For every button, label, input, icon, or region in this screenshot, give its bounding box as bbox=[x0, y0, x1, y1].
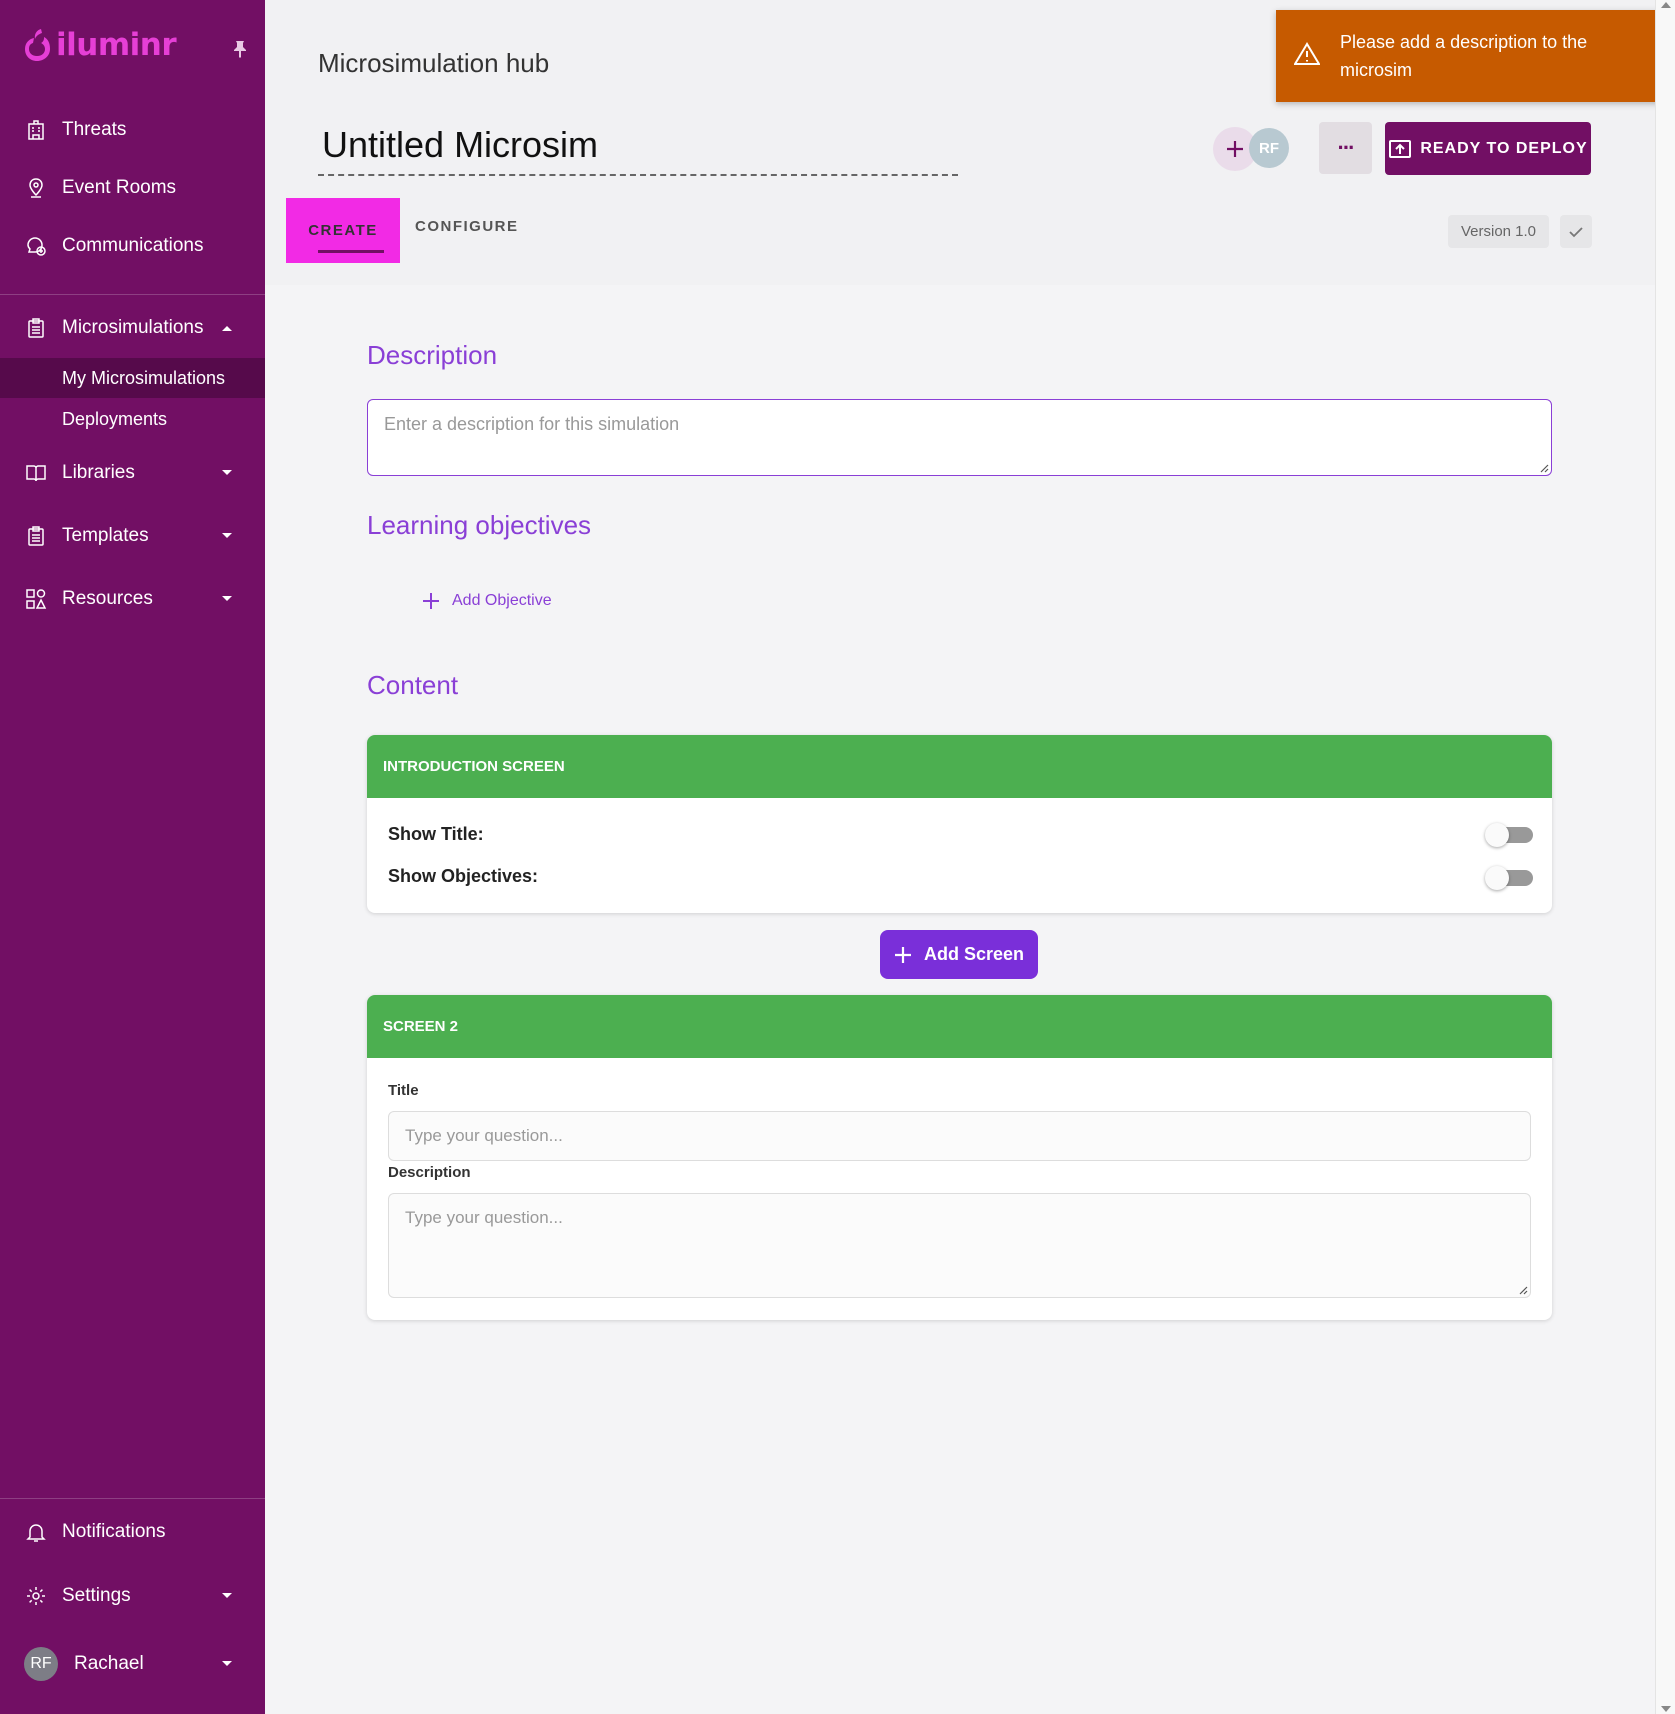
show-objectives-label: Show Objectives: bbox=[388, 866, 539, 886]
sidebar-subitem-label: Deployments bbox=[62, 408, 168, 429]
show-title-toggle[interactable] bbox=[1485, 823, 1533, 847]
sidebar-item-label: Event Rooms bbox=[62, 177, 177, 198]
card-header: INTRODUCTION SCREEN bbox=[367, 735, 1552, 798]
pin-icon[interactable] bbox=[232, 40, 248, 58]
active-tab-indicator bbox=[318, 250, 384, 253]
scroll-down-icon[interactable] bbox=[1661, 1706, 1671, 1712]
sidebar-item-communications[interactable]: Communications bbox=[0, 220, 265, 272]
resize-handle-icon[interactable] bbox=[1539, 463, 1549, 473]
avatar: RF bbox=[24, 1647, 58, 1681]
iluminr-logo-icon bbox=[25, 29, 50, 61]
screen-title-input[interactable]: Type your question... bbox=[388, 1111, 1531, 1161]
more-icon: ··· bbox=[1337, 135, 1356, 160]
add-screen-label: Add Screen bbox=[923, 944, 1025, 964]
description-textarea[interactable]: Enter a description for this simulation bbox=[367, 399, 1552, 476]
sidebar-item-notifications[interactable]: Notifications bbox=[0, 1506, 265, 1558]
page-title: Microsimulation hub bbox=[318, 48, 550, 78]
chevron-down-icon[interactable] bbox=[221, 532, 233, 540]
sidebar-item-event-rooms[interactable]: Event Rooms bbox=[0, 162, 265, 214]
collaborator-avatar[interactable]: RF bbox=[1249, 128, 1289, 168]
sidebar-user-menu[interactable]: RF Rachael bbox=[0, 1638, 265, 1690]
chevron-down-icon[interactable] bbox=[221, 469, 233, 477]
sidebar-subitem-deployments[interactable]: Deployments bbox=[0, 399, 265, 439]
bell-icon bbox=[26, 1524, 46, 1542]
sidebar-item-label: Resources bbox=[62, 588, 153, 609]
sidebar: iluminr Threats Event Rooms Communicatio… bbox=[0, 0, 265, 1714]
sidebar-item-resources[interactable]: Resources bbox=[0, 573, 265, 625]
show-objectives-toggle[interactable] bbox=[1485, 866, 1533, 890]
sidebar-item-libraries[interactable]: Libraries bbox=[0, 447, 265, 499]
title-placeholder: Type your question... bbox=[405, 1126, 563, 1145]
description-placeholder: Enter a description for this simulation bbox=[384, 414, 680, 434]
warning-icon bbox=[1294, 42, 1320, 65]
sidebar-item-label: Templates bbox=[62, 525, 149, 546]
plus-icon bbox=[1227, 141, 1243, 157]
add-objective-button[interactable]: Add Objective bbox=[422, 592, 552, 610]
warning-toast[interactable]: Please add a description to the microsim bbox=[1276, 10, 1672, 102]
sidebar-divider bbox=[0, 1498, 265, 1499]
version-badge: Version 1.0 bbox=[1448, 215, 1549, 248]
location-pin-icon bbox=[29, 178, 43, 198]
user-name: Rachael bbox=[74, 1653, 144, 1674]
screen-description-textarea[interactable]: Type your question... bbox=[388, 1193, 1531, 1298]
logo-text: iluminr bbox=[56, 27, 177, 63]
resize-handle-icon[interactable] bbox=[1518, 1285, 1528, 1295]
tab-label: CONFIGURE bbox=[415, 218, 519, 235]
check-icon bbox=[1569, 226, 1583, 237]
sidebar-item-label: Settings bbox=[62, 1585, 131, 1606]
sim-title-input[interactable]: Untitled Microsim bbox=[318, 124, 958, 176]
shapes-icon bbox=[26, 589, 47, 609]
chat-icon bbox=[27, 237, 46, 256]
screen-2-card: SCREEN 2 Title Type your question... Des… bbox=[367, 995, 1552, 1320]
chevron-down-icon[interactable] bbox=[221, 595, 233, 603]
main-content: Microsimulation hub Untitled Microsim CR… bbox=[265, 0, 1655, 1714]
add-objective-label: Add Objective bbox=[452, 592, 552, 609]
gear-icon bbox=[27, 1587, 45, 1605]
sidebar-subitem-label: My Microsimulations bbox=[62, 367, 226, 388]
tab-label: CREATE bbox=[308, 222, 378, 239]
sidebar-item-threats[interactable]: Threats bbox=[0, 104, 265, 156]
clipboard-icon bbox=[28, 526, 44, 546]
add-screen-button[interactable]: Add Screen bbox=[880, 930, 1038, 979]
description-field-label: Description bbox=[388, 1164, 471, 1181]
confirm-version-button[interactable] bbox=[1560, 215, 1592, 248]
chevron-down-icon[interactable] bbox=[221, 1660, 233, 1668]
sidebar-item-label: Libraries bbox=[62, 462, 135, 483]
clipboard-icon bbox=[28, 318, 44, 338]
page-scrollbar[interactable] bbox=[1655, 0, 1675, 1714]
show-title-label: Show Title: bbox=[388, 824, 484, 844]
scroll-up-icon[interactable] bbox=[1661, 2, 1671, 8]
sidebar-item-settings[interactable]: Settings bbox=[0, 1570, 265, 1622]
building-icon bbox=[28, 120, 44, 140]
ready-to-deploy-button[interactable]: READY TO DEPLOY bbox=[1385, 122, 1591, 175]
plus-icon bbox=[423, 593, 439, 609]
chevron-up-icon[interactable] bbox=[221, 324, 233, 332]
chevron-down-icon[interactable] bbox=[221, 1592, 233, 1600]
toast-message: Please add a description to the microsim bbox=[1340, 32, 1588, 80]
title-field-label: Title bbox=[388, 1082, 419, 1099]
sidebar-item-label: Notifications bbox=[62, 1521, 166, 1542]
sidebar-subitem-my-microsimulations[interactable]: My Microsimulations bbox=[0, 358, 265, 398]
sidebar-item-templates[interactable]: Templates bbox=[0, 510, 265, 562]
plus-icon bbox=[894, 946, 911, 963]
sidebar-item-label: Communications bbox=[62, 235, 204, 256]
book-icon bbox=[26, 465, 46, 482]
more-options-button[interactable]: ··· bbox=[1319, 122, 1372, 174]
sidebar-divider bbox=[0, 294, 265, 295]
sidebar-item-label: Threats bbox=[62, 119, 127, 140]
description-section-title: Description bbox=[367, 340, 498, 370]
introduction-screen-card: INTRODUCTION SCREEN Show Title: Show Obj… bbox=[367, 735, 1552, 913]
deploy-label: READY TO DEPLOY bbox=[1420, 139, 1588, 157]
tab-create[interactable]: CREATE bbox=[286, 198, 400, 263]
logo[interactable]: iluminr bbox=[22, 24, 177, 66]
description-placeholder: Type your question... bbox=[405, 1208, 563, 1227]
sidebar-item-microsimulations[interactable]: Microsimulations bbox=[0, 302, 265, 354]
objectives-section-title: Learning objectives bbox=[367, 510, 592, 540]
upload-icon bbox=[1389, 139, 1412, 158]
tab-configure[interactable]: CONFIGURE bbox=[415, 198, 519, 255]
sidebar-item-label: Microsimulations bbox=[62, 317, 204, 338]
card-header: SCREEN 2 bbox=[367, 995, 1552, 1058]
content-section-title: Content bbox=[367, 670, 459, 700]
